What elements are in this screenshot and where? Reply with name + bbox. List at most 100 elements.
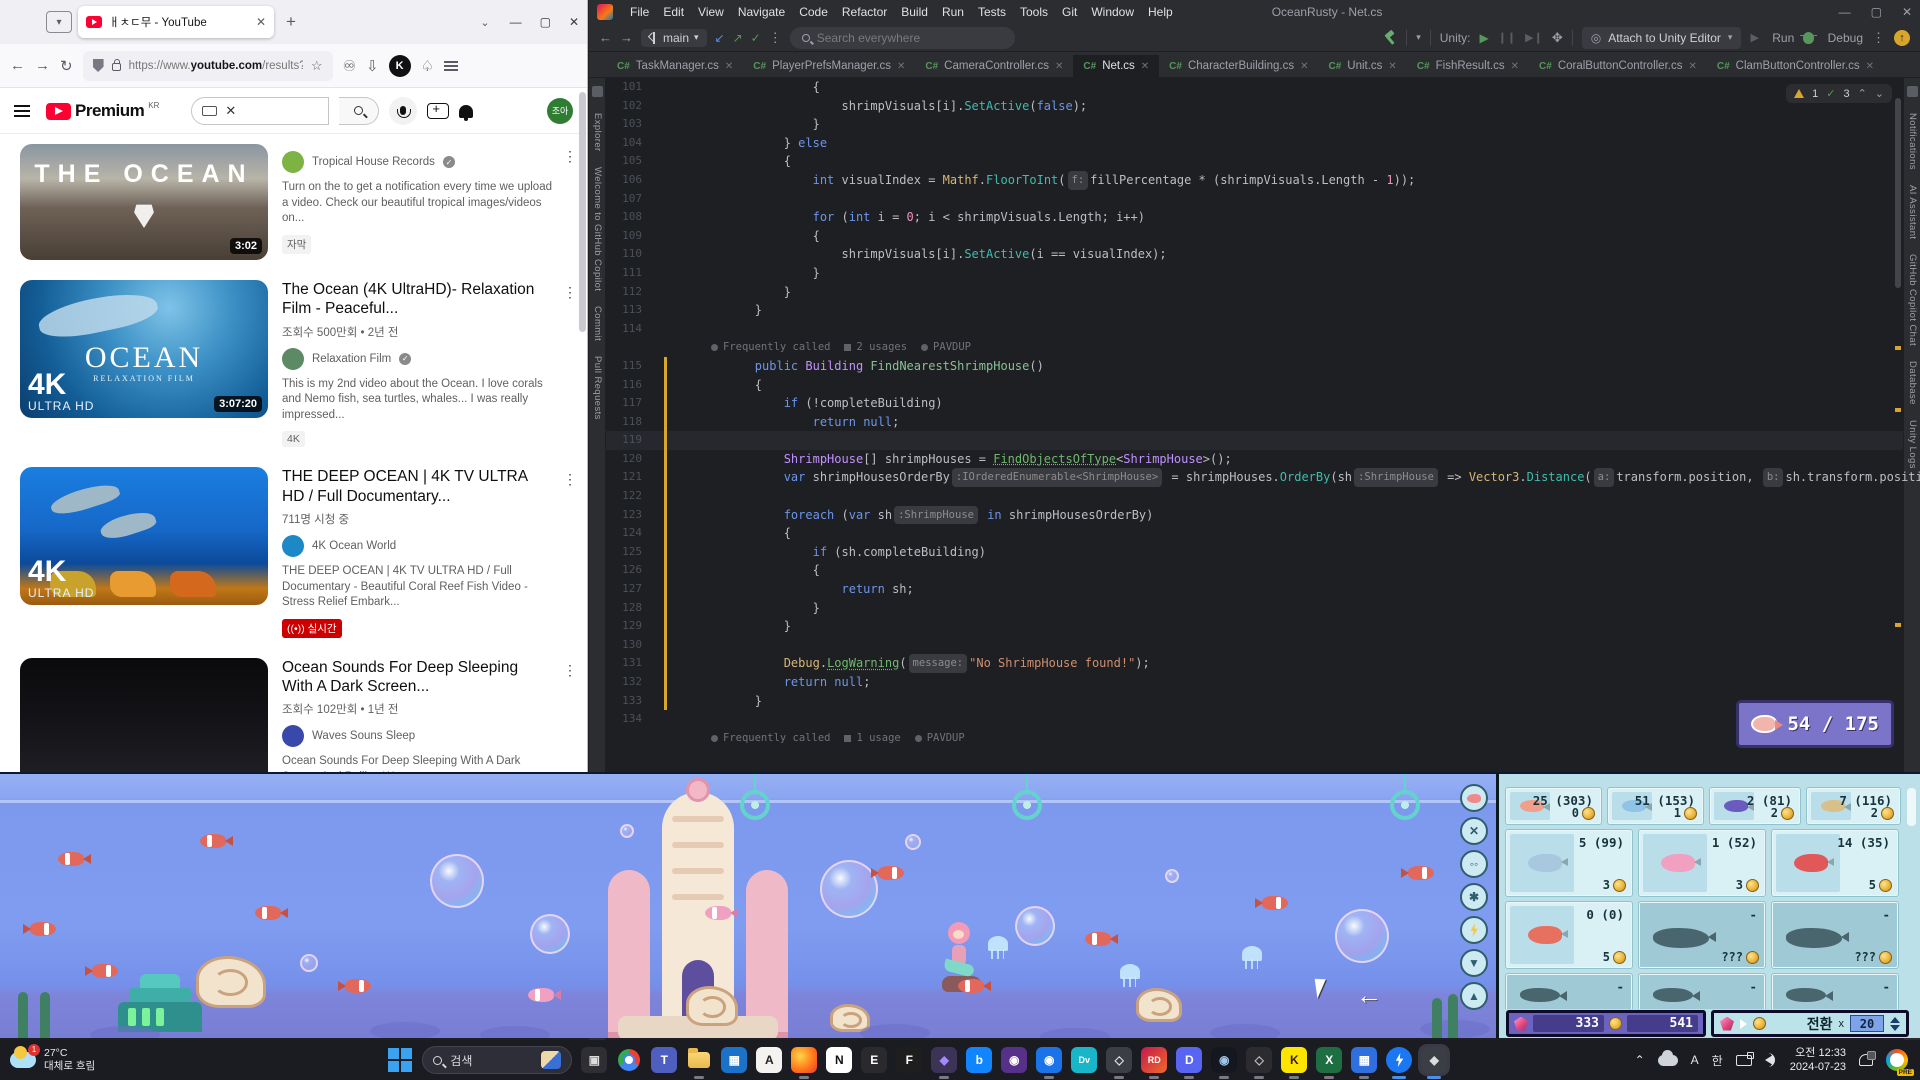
tray-chevron-icon[interactable]: ⌃ — [1635, 1053, 1645, 1067]
code-line-113[interactable]: 113 } — [606, 301, 1903, 320]
taskbar-app-game-fishing[interactable]: ◆ — [1421, 1047, 1448, 1079]
tab-close-icon[interactable]: ✕ — [1388, 61, 1396, 72]
tool-window-ai-assistant[interactable]: AI Assistant — [1907, 185, 1918, 239]
weather-widget[interactable]: 1 27°C 대체로 흐림 — [0, 1044, 200, 1073]
inventory-item[interactable]: 1 (52) 3 — [1638, 829, 1766, 897]
menu-window[interactable]: Window — [1084, 3, 1141, 21]
volume-icon[interactable] — [1764, 1053, 1775, 1067]
inspection-widget[interactable]: 1 ✓ 3 ⌃ ⌄ — [1786, 84, 1892, 103]
code-annotation[interactable]: 000Frequently called2 usagesPAVDUP — [606, 338, 1903, 357]
code-line-111[interactable]: 111 } — [606, 264, 1903, 283]
bookmark-star-icon[interactable]: ☆ — [311, 58, 323, 74]
editor-tab-Unit.cs[interactable]: C# Unit.cs ✕ — [1318, 55, 1406, 77]
taskbar-app-gamemaker[interactable]: ◇ — [1106, 1047, 1133, 1079]
menu-edit[interactable]: Edit — [656, 3, 691, 21]
menu-view[interactable]: View — [691, 3, 731, 21]
inventory-item[interactable]: 2 (81) 2 — [1709, 787, 1801, 825]
run-config-combo[interactable]: ◎ Attach to Unity Editor ▾ — [1581, 26, 1742, 49]
channel-avatar[interactable] — [282, 151, 304, 173]
tool-window-notifications[interactable]: Notifications — [1907, 113, 1918, 170]
video-result-row[interactable]: 24:00:01 Ocean Sounds For Deep Sleeping W… — [0, 648, 579, 772]
game-button-gear[interactable]: ✱ — [1460, 883, 1488, 911]
url-text[interactable]: https://www.youtube.com/results?se — [129, 60, 303, 72]
taskbar-app-photos[interactable]: ▣ — [581, 1047, 608, 1073]
code-line-108[interactable]: 108 for (int i = 0; i < shrimpVisuals.Le… — [606, 208, 1903, 227]
code-line-128[interactable]: 128 } — [606, 598, 1903, 618]
inventory-item[interactable]: 5 (99) 3 — [1505, 829, 1633, 897]
shield-icon[interactable] — [92, 59, 104, 72]
inventory-item-locked[interactable]: -??? — [1771, 901, 1899, 969]
search-button[interactable] — [339, 96, 380, 125]
inventory-item[interactable]: 51 (153) 1 — [1607, 787, 1704, 825]
tab-close-icon[interactable]: ✕ — [1688, 61, 1696, 72]
video-menu-icon[interactable]: ⋮ — [563, 284, 577, 301]
onedrive-icon[interactable] — [1657, 1049, 1678, 1066]
tab-close-icon[interactable]: ✕ — [725, 61, 733, 72]
clock[interactable]: 오전 12:33 2024-07-23 — [1790, 1046, 1846, 1075]
video-thumbnail[interactable]: 24:00:01 — [20, 657, 268, 772]
close-button[interactable]: ✕ — [569, 15, 579, 29]
taskbar-app-github[interactable]: ◉ — [1001, 1047, 1028, 1073]
code-line-102[interactable]: 102 shrimpVisuals[i]. SetActive(false); — [606, 97, 1903, 116]
build-chevron-icon[interactable]: ▾ — [1416, 32, 1421, 43]
input-latin-indicator[interactable]: A — [1691, 1053, 1699, 1067]
game-button-chat[interactable]: ◦◦ — [1460, 850, 1488, 878]
taskbar-app-store[interactable]: ▦ — [721, 1047, 748, 1073]
tool-window-unity-logs[interactable]: Unity Logs — [1907, 420, 1918, 469]
code-line-110[interactable]: 110 shrimpVisuals[i]. SetActive (i == visu… — [606, 245, 1903, 264]
game-button-down[interactable]: ▼ — [1460, 949, 1488, 977]
channel-name[interactable]: Relaxation Film — [312, 353, 391, 365]
editor-tab-Net.cs[interactable]: C# Net.cs ✕ — [1073, 55, 1160, 77]
taskbar-app-figma[interactable]: F — [896, 1047, 923, 1073]
browser-scrollbar[interactable] — [579, 92, 586, 332]
ide-minimize-button[interactable]: — — [1839, 5, 1851, 19]
editor-tab-CoralButtonController.cs[interactable]: C# CoralButtonController.cs ✕ — [1529, 55, 1707, 77]
code-line-112[interactable]: 112 } — [606, 283, 1903, 302]
taskbar-app-notion[interactable]: N — [826, 1047, 853, 1073]
tab-close-icon[interactable]: ✕ — [1300, 61, 1308, 72]
code-line-118[interactable]: 118 return null; — [606, 412, 1903, 432]
browser-tab[interactable]: ㅐㅊㄷ무 - YouTube ✕ — [78, 6, 274, 38]
tool-window-github-copilot-chat[interactable]: GitHub Copilot Chat — [1907, 254, 1918, 346]
start-button[interactable] — [387, 1047, 413, 1073]
code-line-106[interactable]: 106 int visualIndex = Mathf. FloorToInt(f… — [606, 170, 1903, 190]
taskbar-app-calculator[interactable]: ▦ — [1351, 1047, 1378, 1079]
convert-button[interactable]: 전환 — [1807, 1014, 1833, 1034]
git-update-icon[interactable]: ↙ — [715, 31, 725, 45]
tab-close-icon[interactable]: ✕ — [897, 61, 905, 72]
menu-run[interactable]: Run — [935, 3, 971, 21]
convert-bar[interactable]: 전환 x 20 — [1711, 1010, 1909, 1037]
tool-window-database[interactable]: Database — [1907, 361, 1918, 405]
create-button[interactable] — [427, 101, 450, 119]
code-line-122[interactable]: 122 — [606, 487, 1903, 506]
back-button[interactable]: ← — [10, 57, 25, 74]
channel-avatar[interactable] — [282, 725, 304, 748]
update-notification-icon[interactable]: ↑ — [1894, 29, 1910, 46]
code-line-129[interactable]: 129 } — [606, 617, 1903, 636]
code-line-117[interactable]: 117 if (!completeBuilding) — [606, 394, 1903, 413]
unity-step-icon[interactable]: ▶❙ — [1525, 31, 1543, 44]
menu-build[interactable]: Build — [894, 3, 935, 21]
video-menu-icon[interactable]: ⋮ — [563, 662, 577, 679]
editor-tab-FishResult.cs[interactable]: C# FishResult.cs ✕ — [1407, 55, 1529, 77]
game-button-shrimp[interactable] — [1460, 784, 1488, 812]
channel-row[interactable]: 4K Ocean World — [282, 535, 553, 558]
video-result-row[interactable]: THE OCEAN 3:02 Tropical House Records ✓ Turn… — [0, 134, 579, 270]
channel-row[interactable]: Relaxation Film ✓ — [282, 347, 553, 370]
code-line-119[interactable]: 119 — [606, 431, 1903, 450]
clear-search-icon[interactable]: ✕ — [225, 103, 236, 119]
tab-close-icon[interactable]: ✕ — [1511, 61, 1519, 72]
taskbar-app-hexagon-tool[interactable]: ◇ — [1246, 1047, 1273, 1079]
code-line-107[interactable]: 107 — [606, 190, 1903, 209]
editor-tab-TaskManager.cs[interactable]: C# TaskManager.cs ✕ — [607, 55, 743, 77]
inventory-item-locked[interactable]: - — [1505, 973, 1633, 1009]
inventory-item[interactable]: 0 (0) 5 — [1505, 901, 1633, 969]
amount-spinner[interactable] — [1890, 1016, 1900, 1031]
code-line-134[interactable]: 134 — [606, 710, 1903, 729]
taskbar-app-zap[interactable] — [1386, 1047, 1413, 1079]
nav-forward-icon[interactable]: → — [620, 30, 633, 45]
toolbar-kebab-icon[interactable]: ⋮ — [769, 30, 782, 46]
inventory-scrollbar[interactable] — [1907, 788, 1916, 826]
ide-maximize-button[interactable]: ▢ — [1871, 5, 1882, 19]
code-line-101[interactable]: 101 { — [606, 78, 1903, 97]
